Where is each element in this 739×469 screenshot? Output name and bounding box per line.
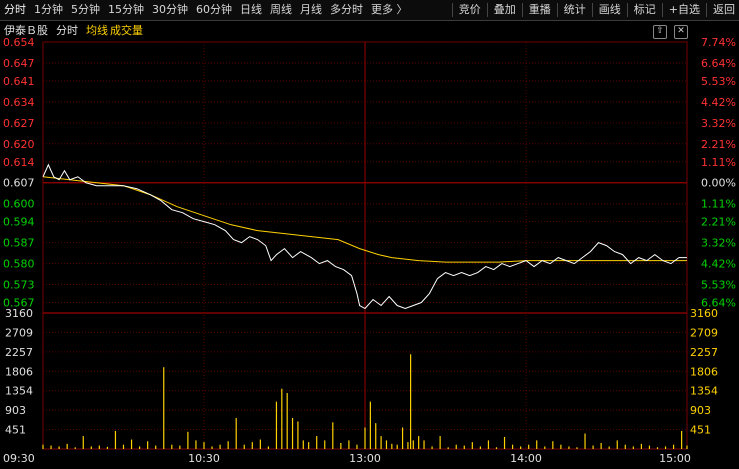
pct-tick-label: 2.21% — [701, 138, 736, 151]
price-tick-label: 0.634 — [3, 96, 35, 109]
price-tick-label: 0.627 — [3, 117, 35, 130]
price-tick-label: 0.620 — [3, 138, 35, 151]
volume-tick-label-right: 2709 — [690, 326, 718, 339]
price-tick-label: 0.654 — [3, 36, 35, 49]
price-tick-label: 0.614 — [3, 156, 35, 169]
volume-tick-label: 3160 — [5, 307, 33, 320]
volume-tick-label-right: 451 — [690, 424, 711, 437]
pct-tick-label: 2.21% — [701, 216, 736, 229]
price-tick-label: 0.600 — [3, 198, 35, 211]
pct-tick-label: 0.00% — [701, 177, 736, 190]
price-tick-label: 0.647 — [3, 57, 35, 70]
price-tick-label: 0.580 — [3, 258, 35, 271]
pct-tick-label: 4.42% — [701, 258, 736, 271]
volume-tick-label-right: 1806 — [690, 365, 718, 378]
pct-tick-label: 3.32% — [701, 117, 736, 130]
price-tick-label: 0.607 — [3, 177, 35, 190]
price-tick-label: 0.641 — [3, 75, 35, 88]
volume-tick-label-right: 3160 — [690, 307, 718, 320]
volume-tick-label: 451 — [5, 424, 26, 437]
pct-tick-label: 1.11% — [701, 156, 736, 169]
pct-tick-label: 7.74% — [701, 36, 736, 49]
volume-tick-label: 1806 — [5, 365, 33, 378]
time-tick-label: 09:30 — [3, 452, 35, 465]
pct-tick-label: 4.42% — [701, 96, 736, 109]
price-tick-label: 0.594 — [3, 216, 35, 229]
volume-tick-label: 1354 — [5, 385, 33, 398]
volume-tick-label: 903 — [5, 404, 26, 417]
time-tick-label: 15:00 — [659, 452, 691, 465]
time-tick-label: 10:30 — [188, 452, 220, 465]
volume-tick-label: 2709 — [5, 326, 33, 339]
volume-tick-label-right: 903 — [690, 404, 711, 417]
volume-tick-label: 2257 — [5, 346, 33, 359]
pct-tick-label: 5.53% — [701, 279, 736, 292]
pct-tick-label: 3.32% — [701, 237, 736, 250]
time-tick-label: 14:00 — [510, 452, 542, 465]
time-tick-label: 13:00 — [349, 452, 381, 465]
price-tick-label: 0.573 — [3, 279, 35, 292]
volume-tick-label-right: 2257 — [690, 346, 718, 359]
volume-tick-label-right: 1354 — [690, 385, 718, 398]
pct-tick-label: 1.11% — [701, 198, 736, 211]
pct-tick-label: 6.64% — [701, 57, 736, 70]
price-tick-label: 0.587 — [3, 237, 35, 250]
pct-tick-label: 5.53% — [701, 75, 736, 88]
intraday-chart: 0.654 7.74% 0.647 6.64% 0.641 5.53% 0.634 4.42%… — [3, 36, 736, 465]
